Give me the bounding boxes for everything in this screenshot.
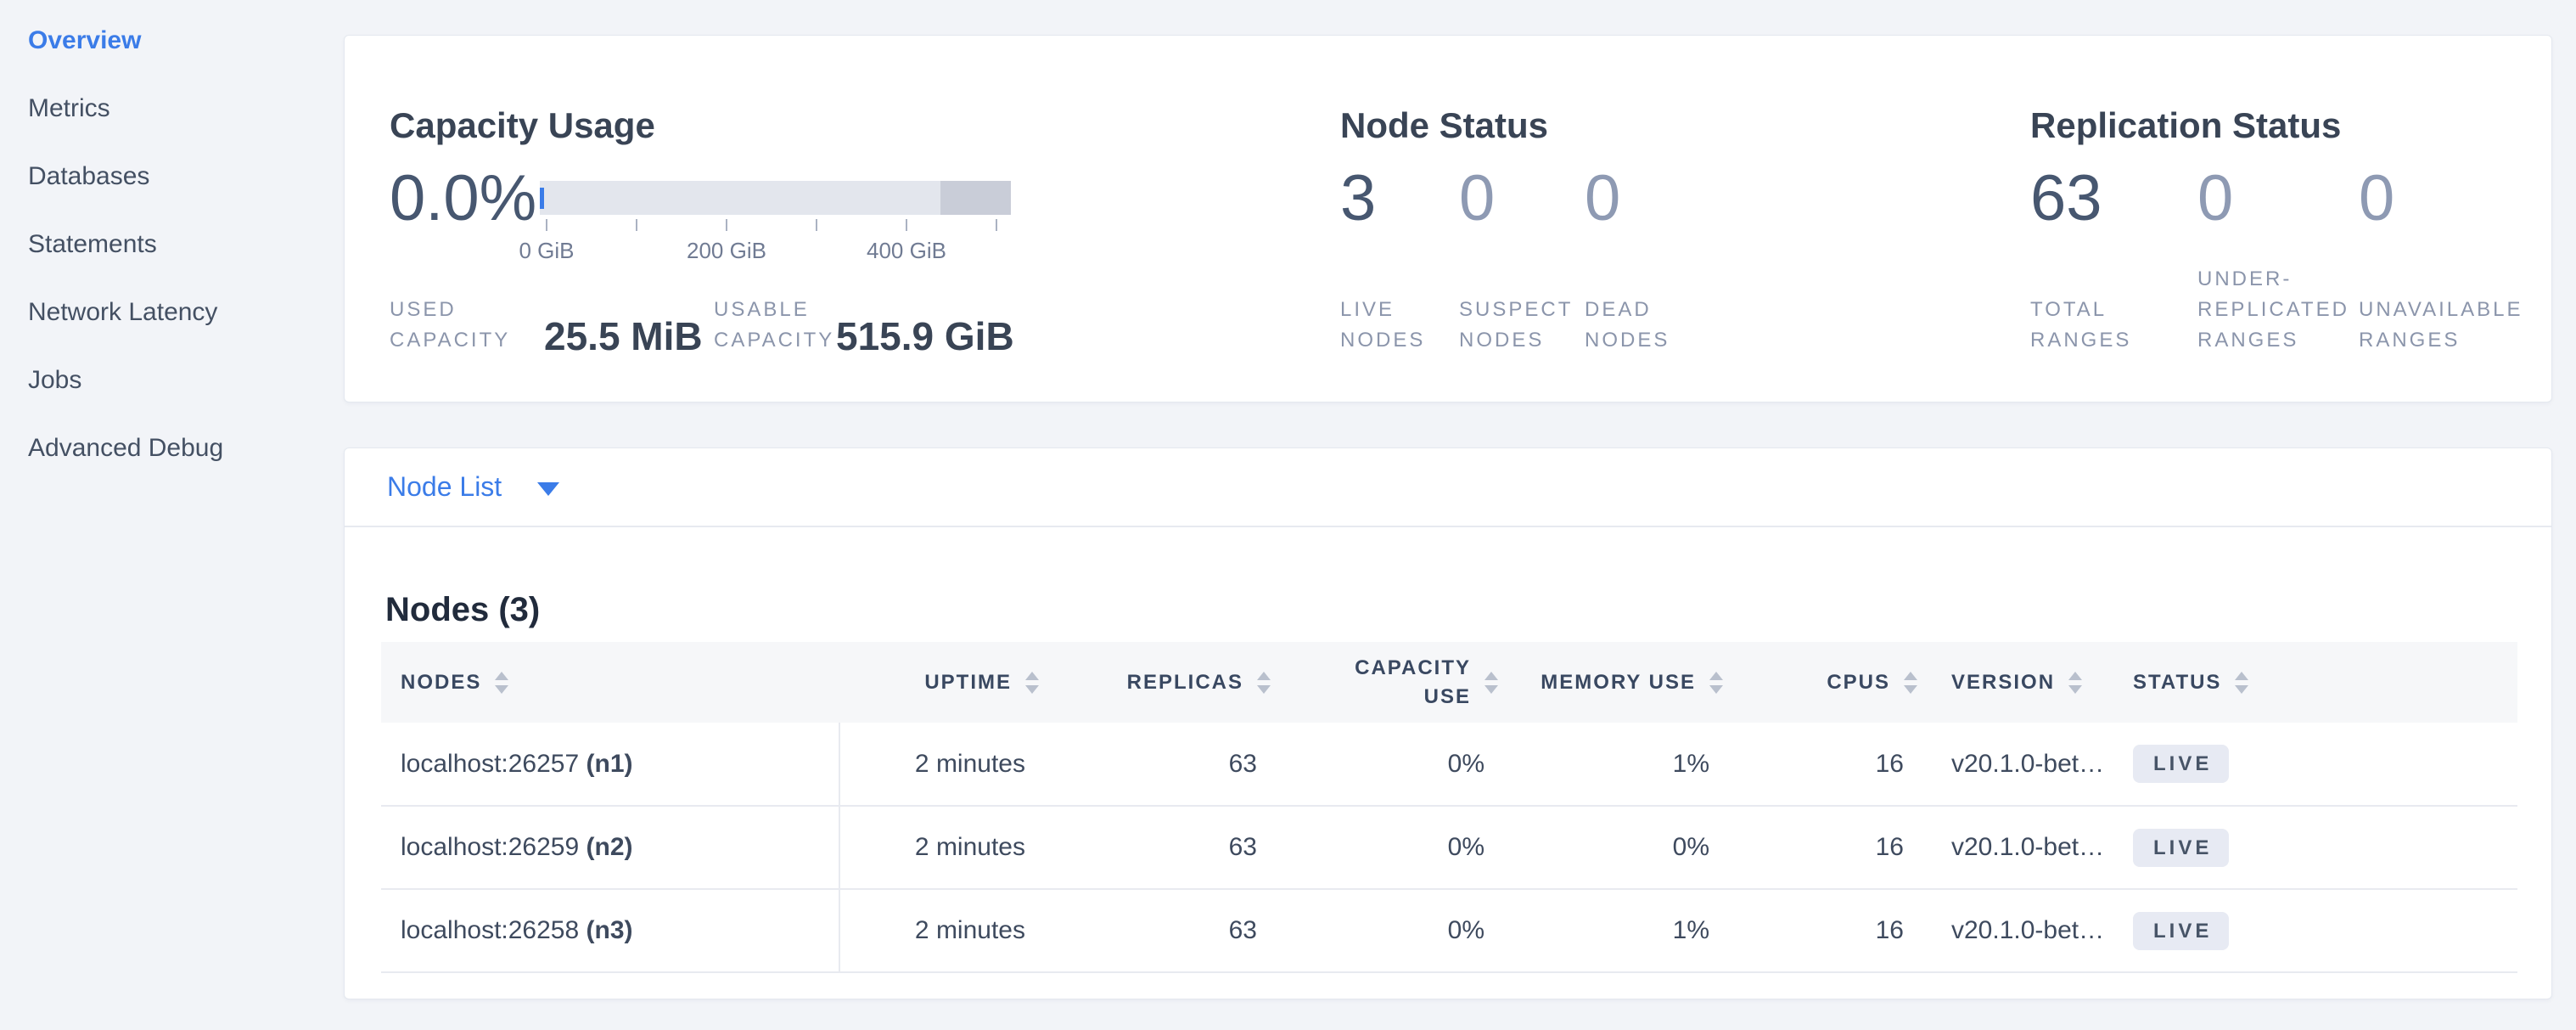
under-replicated-ranges-count: 0 [2197, 165, 2233, 233]
sidebar-item-network-latency[interactable]: Network Latency [28, 294, 217, 331]
replicas-cell: 63 [1051, 806, 1282, 889]
suspect-nodes-count: 0 [1459, 165, 1495, 233]
status-cell: LIVE [2107, 889, 2517, 972]
capacity-usage-title: Capacity Usage [390, 105, 655, 146]
table-row: localhost:26257 (n1) 2 minutes 63 0% 1% … [381, 723, 2517, 806]
capacity-bar-reserved-segment [940, 181, 1011, 215]
capacity-used-percent: 0.0% [390, 165, 536, 233]
used-capacity-value: 25.5 MiB [544, 313, 703, 359]
capacity-bar-used-segment [540, 188, 544, 209]
column-header-replicas[interactable]: REPLICAS [1051, 642, 1282, 723]
uptime-cell: 2 minutes [839, 723, 1051, 806]
column-header-capacity-use[interactable]: CAPACITY USE [1282, 642, 1510, 723]
sort-icon [1904, 672, 1917, 694]
axis-tick [546, 219, 547, 231]
uptime-cell: 2 minutes [839, 806, 1051, 889]
column-header-memory-use[interactable]: MEMORY USE [1510, 642, 1735, 723]
uptime-cell: 2 minutes [839, 889, 1051, 972]
replication-status-title: Replication Status [2030, 105, 2341, 146]
nodes-table: NODES UPTIME REPLICAS [381, 642, 2517, 973]
sidebar-item-advanced-debug[interactable]: Advanced Debug [28, 430, 223, 467]
node-address-link[interactable]: localhost:26259 (n2) [381, 806, 839, 889]
status-badge: LIVE [2133, 829, 2229, 867]
sort-icon [1709, 672, 1723, 694]
table-row: localhost:26259 (n2) 2 minutes 63 0% 0% … [381, 806, 2517, 889]
cpus-cell: 16 [1735, 806, 1929, 889]
axis-label-400gib: 400 GiB [847, 238, 966, 264]
version-cell: v20.1.0-bet… [1929, 806, 2107, 889]
chevron-down-icon [537, 482, 559, 496]
sidebar-item-jobs[interactable]: Jobs [28, 362, 81, 399]
live-nodes-label: LIVE NODES [1340, 295, 1468, 356]
axis-tick [726, 219, 727, 231]
column-header-uptime[interactable]: UPTIME [839, 642, 1051, 723]
capacity-use-cell: 0% [1282, 889, 1510, 972]
sort-icon [2068, 672, 2082, 694]
version-cell: v20.1.0-bet… [1929, 889, 2107, 972]
column-header-cpus[interactable]: CPUS [1735, 642, 1929, 723]
capacity-bar-chart [540, 181, 1011, 215]
node-list-card: Node List Nodes (3) NODES [344, 447, 2552, 999]
memory-use-cell: 1% [1510, 723, 1735, 806]
axis-tick [636, 219, 637, 231]
memory-use-cell: 0% [1510, 806, 1735, 889]
axis-label-200gib: 200 GiB [667, 238, 786, 264]
axis-tick [816, 219, 817, 231]
replicas-cell: 63 [1051, 889, 1282, 972]
used-capacity-label: USED CAPACITY [390, 295, 542, 356]
cluster-summary-card: Capacity Usage 0.0% 0 GiB 200 GiB 400 Gi… [344, 35, 2552, 402]
cluster-overview-page: Overview Metrics Databases Statements Ne… [0, 0, 2576, 1030]
sort-icon [1257, 672, 1271, 694]
dead-nodes-count: 0 [1585, 165, 1620, 233]
sort-icon [2235, 672, 2248, 694]
capacity-use-cell: 0% [1282, 723, 1510, 806]
sort-icon [495, 672, 508, 694]
sidebar-item-overview[interactable]: Overview [28, 22, 141, 59]
replicas-cell: 63 [1051, 723, 1282, 806]
node-list-dropdown-label: Node List [387, 471, 502, 503]
column-header-nodes[interactable]: NODES [381, 642, 839, 723]
sidebar-item-statements[interactable]: Statements [28, 226, 157, 263]
total-ranges-label: TOTAL RANGES [2030, 295, 2175, 356]
axis-tick [906, 219, 907, 231]
node-address-link[interactable]: localhost:26257 (n1) [381, 723, 839, 806]
unavailable-ranges-count: 0 [2359, 165, 2394, 233]
status-badge: LIVE [2133, 745, 2229, 783]
node-status-title: Node Status [1340, 105, 1548, 146]
version-cell: v20.1.0-bet… [1929, 723, 2107, 806]
sort-icon [1025, 672, 1039, 694]
sort-icon [1484, 672, 1498, 694]
column-header-status[interactable]: STATUS [2107, 642, 2517, 723]
node-id: (n1) [586, 750, 633, 778]
nodes-heading: Nodes (3) [385, 591, 540, 629]
axis-label-0gib: 0 GiB [487, 238, 606, 264]
node-list-dropdown[interactable]: Node List [345, 448, 2551, 527]
suspect-nodes-label: SUSPECT NODES [1459, 295, 1595, 356]
node-id: (n2) [586, 833, 633, 861]
axis-tick [996, 219, 997, 231]
sidebar-item-databases[interactable]: Databases [28, 158, 149, 195]
unavailable-ranges-label: UNAVAILABLE RANGES [2359, 295, 2576, 356]
sidebar: Overview Metrics Databases Statements Ne… [0, 0, 344, 1030]
usable-capacity-value: 515.9 GiB [836, 313, 1014, 359]
memory-use-cell: 1% [1510, 889, 1735, 972]
dead-nodes-label: DEAD NODES [1585, 295, 1712, 356]
status-badge: LIVE [2133, 912, 2229, 950]
cpus-cell: 16 [1735, 889, 1929, 972]
table-row: localhost:26258 (n3) 2 minutes 63 0% 1% … [381, 889, 2517, 972]
table-header-row: NODES UPTIME REPLICAS [381, 642, 2517, 723]
node-address-link[interactable]: localhost:26258 (n3) [381, 889, 839, 972]
node-id: (n3) [586, 916, 633, 944]
cpus-cell: 16 [1735, 723, 1929, 806]
column-header-version[interactable]: VERSION [1929, 642, 2107, 723]
status-cell: LIVE [2107, 723, 2517, 806]
total-ranges-count: 63 [2030, 165, 2102, 233]
status-cell: LIVE [2107, 806, 2517, 889]
live-nodes-count: 3 [1340, 165, 1376, 233]
capacity-use-cell: 0% [1282, 806, 1510, 889]
sidebar-item-metrics[interactable]: Metrics [28, 90, 110, 127]
